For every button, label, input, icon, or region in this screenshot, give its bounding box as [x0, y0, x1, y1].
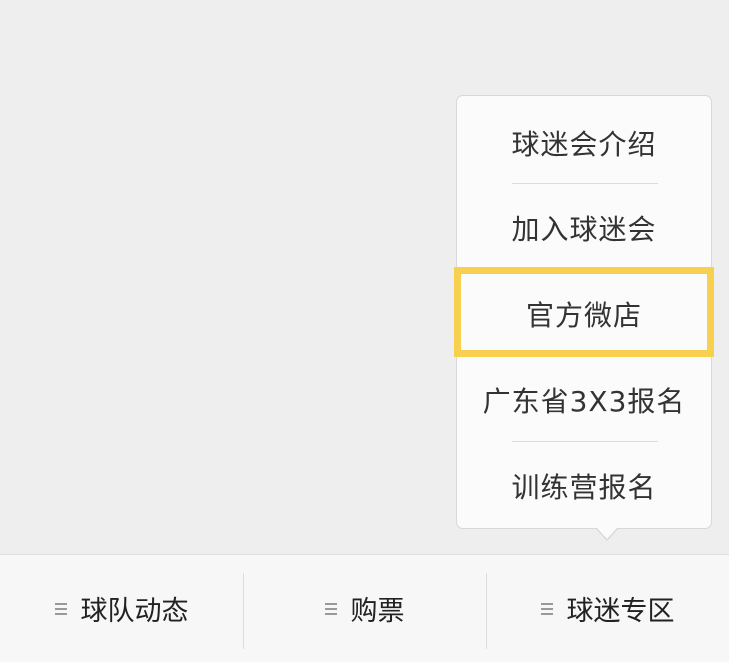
tab-fan-zone[interactable]: 球迷专区 [486, 555, 729, 662]
tab-team-news[interactable]: 球队动态 [0, 555, 243, 662]
tab-label: 购票 [350, 596, 405, 627]
menu-item-training-camp-signup[interactable]: 训练营报名 [457, 443, 711, 529]
menu-item-join-fan-club[interactable]: 加入球迷会 [457, 185, 711, 271]
menu-item-3x3-signup[interactable]: 广东省3X3报名 [457, 357, 711, 443]
menu-item-label: 广东省3X3报名 [482, 385, 686, 418]
bottom-nav-bar: 球队动态 购票 球迷专区 [0, 554, 729, 662]
tab-label: 球迷专区 [566, 596, 675, 627]
menu-item-fan-club-intro[interactable]: 球迷会介绍 [457, 100, 711, 186]
menu-icon [324, 602, 337, 616]
menu-item-label: 球迷会介绍 [511, 128, 657, 161]
divider [512, 441, 658, 442]
tab-label: 球队动态 [80, 596, 189, 627]
divider [512, 183, 658, 184]
menu-item-label: 官方微店 [525, 299, 642, 332]
menu-icon [540, 602, 553, 616]
menu-item-official-store[interactable]: 官方微店 [457, 271, 711, 357]
popup-caret [597, 528, 617, 539]
submenu-popup: 球迷会介绍 加入球迷会 官方微店 广东省3X3报名 训练营报名 [456, 95, 712, 529]
menu-item-label: 训练营报名 [511, 471, 657, 504]
menu-icon [54, 602, 67, 616]
menu-item-label: 加入球迷会 [511, 213, 657, 246]
chat-screen: 球迷会介绍 加入球迷会 官方微店 广东省3X3报名 训练营报名 球队动态 购票 [0, 0, 729, 662]
tab-tickets[interactable]: 购票 [243, 555, 486, 662]
